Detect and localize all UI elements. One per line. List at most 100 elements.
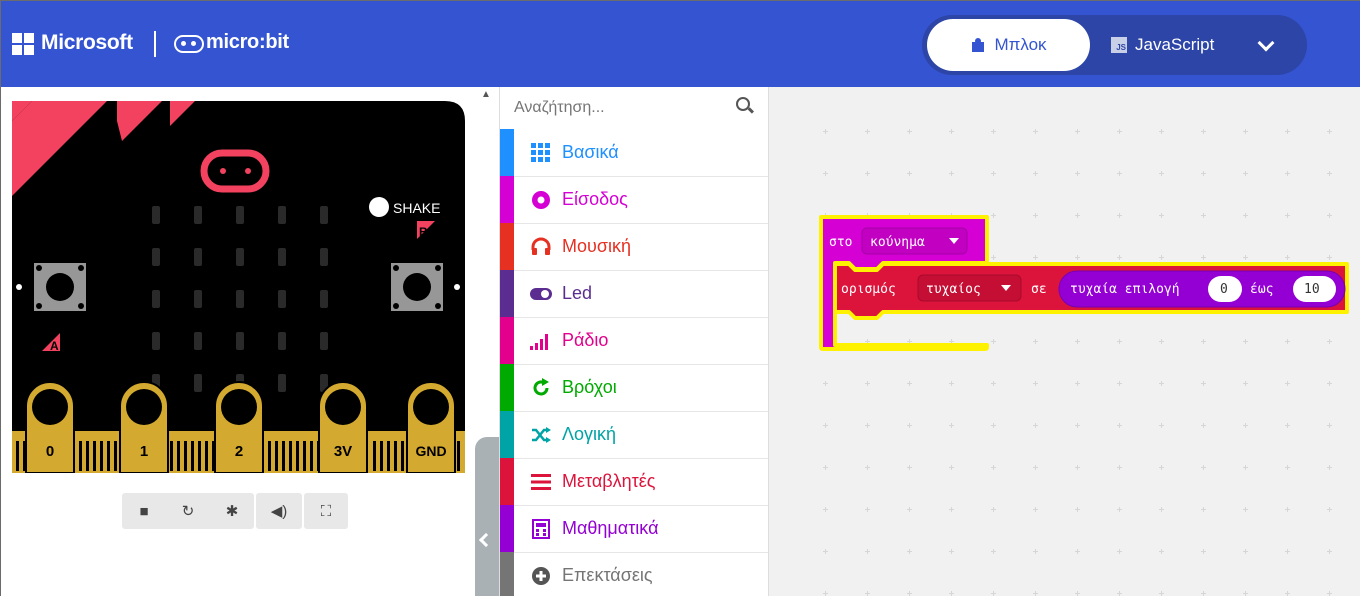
blocks-editor-button[interactable]: Μπλοκ xyxy=(927,19,1090,71)
category-item[interactable]: Λογική xyxy=(500,411,768,459)
toggle-icon xyxy=(530,283,552,305)
puzzle-icon xyxy=(970,38,985,52)
set-to-label: σε xyxy=(1031,282,1047,297)
led[interactable] xyxy=(152,332,160,350)
led[interactable] xyxy=(236,332,244,350)
category-label: Μαθηματικά xyxy=(562,518,659,538)
led[interactable] xyxy=(278,206,286,224)
category-color-bar xyxy=(500,552,514,596)
led[interactable] xyxy=(194,248,202,266)
category-color-bar xyxy=(500,317,514,364)
debug-icon[interactable]: ✱ xyxy=(210,493,254,529)
led[interactable] xyxy=(278,248,286,266)
category-item[interactable]: Μουσική xyxy=(500,223,768,271)
category-label: Μουσική xyxy=(562,236,631,256)
event-prefix: στο xyxy=(829,235,852,250)
category-item[interactable]: Μαθηματικά xyxy=(500,505,768,553)
category-item[interactable]: Μεταβλητές xyxy=(500,458,768,506)
led[interactable] xyxy=(320,290,328,308)
workspace-canvas: στο κούνημα ορισμός τυχαίος σε τυχαία επ… xyxy=(819,129,1349,596)
led[interactable] xyxy=(194,332,202,350)
shake-label: SHAKE xyxy=(393,200,440,216)
simulator-panel: SHAKE B A 0 1 2 3V GND ■ ↻ ✱ ◀) ⛶ xyxy=(1,87,475,596)
button-a-label: A xyxy=(50,339,59,353)
blocks-editor-label: Μπλοκ xyxy=(994,35,1047,54)
pin-3v[interactable]: 3V xyxy=(318,381,368,473)
led[interactable] xyxy=(278,332,286,350)
led[interactable] xyxy=(194,290,202,308)
led[interactable] xyxy=(278,290,286,308)
pin-2[interactable]: 2 xyxy=(214,381,264,473)
blocks-workspace[interactable]: στο κούνημα ορισμός τυχαίος σε τυχαία επ… xyxy=(769,87,1360,596)
category-label: Μεταβλητές xyxy=(562,471,656,491)
variable-name: τυχαίος xyxy=(926,282,981,297)
led[interactable] xyxy=(278,374,286,392)
category-item[interactable]: Ράδιο xyxy=(500,317,768,365)
grid-icon xyxy=(530,142,552,164)
random-label: τυχαία επιλογή xyxy=(1070,282,1180,297)
category-item[interactable]: Led xyxy=(500,270,768,318)
fullscreen-icon[interactable]: ⛶ xyxy=(304,493,348,529)
scroll-up-icon[interactable]: ▲ xyxy=(481,89,491,100)
js-file-icon: JS xyxy=(1111,37,1127,53)
led[interactable] xyxy=(236,248,244,266)
category-item[interactable]: Βασικά xyxy=(500,129,768,177)
led[interactable] xyxy=(152,290,160,308)
pin-label: 2 xyxy=(235,443,243,460)
pin-label: GND xyxy=(415,443,446,459)
led[interactable] xyxy=(152,248,160,266)
category-color-bar xyxy=(500,458,514,505)
pin-0[interactable]: 0 xyxy=(25,381,75,473)
microsoft-brand[interactable]: Microsoft xyxy=(41,31,133,55)
input-icon xyxy=(530,189,552,211)
chevron-down-icon[interactable] xyxy=(1257,34,1275,52)
javascript-editor-label: JavaScript xyxy=(1135,35,1215,54)
category-color-bar xyxy=(500,364,514,411)
category-item[interactable]: Επεκτάσεις xyxy=(500,552,768,596)
microbit-brand[interactable]: micro:bit xyxy=(206,31,289,54)
plus-icon xyxy=(530,565,552,587)
category-label: Επεκτάσεις xyxy=(562,565,653,585)
sound-icon[interactable]: ◀) xyxy=(256,493,302,529)
category-label: Βρόχοι xyxy=(562,377,617,397)
led[interactable] xyxy=(194,206,202,224)
pin-label: 0 xyxy=(46,443,54,460)
led[interactable] xyxy=(320,332,328,350)
microbit-logo-icon xyxy=(174,35,204,53)
led[interactable] xyxy=(236,290,244,308)
random-to-label: έως xyxy=(1250,282,1273,297)
random-pick-block[interactable]: τυχαία επιλογή 0 έως 10 xyxy=(1058,270,1346,308)
pin-label: 3V xyxy=(334,443,352,460)
button-a[interactable] xyxy=(34,263,86,311)
led[interactable] xyxy=(194,374,202,392)
search-icon[interactable] xyxy=(736,97,750,111)
chevron-left-icon xyxy=(478,532,494,548)
led[interactable] xyxy=(320,206,328,224)
category-item[interactable]: Βρόχοι xyxy=(500,364,768,412)
headphones-icon xyxy=(530,236,552,258)
pin-1[interactable]: 1 xyxy=(119,381,169,473)
button-b-label: B xyxy=(419,225,428,239)
led[interactable] xyxy=(236,206,244,224)
restart-icon[interactable]: ↻ xyxy=(166,493,210,529)
javascript-editor-button[interactable]: JS JavaScript xyxy=(1111,19,1251,71)
search-input[interactable] xyxy=(514,95,714,121)
led[interactable] xyxy=(320,248,328,266)
category-color-bar xyxy=(500,176,514,223)
set-variable-block[interactable]: ορισμός τυχαίος σε τυχαία επιλογή 0 έως … xyxy=(833,262,1349,320)
button-b[interactable] xyxy=(391,263,443,311)
stop-icon[interactable]: ■ xyxy=(122,493,166,529)
category-item[interactable]: Είσοδος xyxy=(500,176,768,224)
microsoft-logo-icon xyxy=(12,33,34,55)
category-color-bar xyxy=(500,129,514,176)
pin-gnd[interactable]: GND xyxy=(406,381,456,473)
category-color-bar xyxy=(500,505,514,552)
collapse-simulator-button[interactable] xyxy=(475,437,499,596)
led[interactable] xyxy=(152,206,160,224)
header-divider xyxy=(154,31,156,57)
shake-button[interactable] xyxy=(369,197,389,217)
workspace-grid xyxy=(823,129,1332,596)
list-icon xyxy=(530,471,552,493)
random-to-value: 10 xyxy=(1304,282,1320,297)
category-color-bar xyxy=(500,223,514,270)
